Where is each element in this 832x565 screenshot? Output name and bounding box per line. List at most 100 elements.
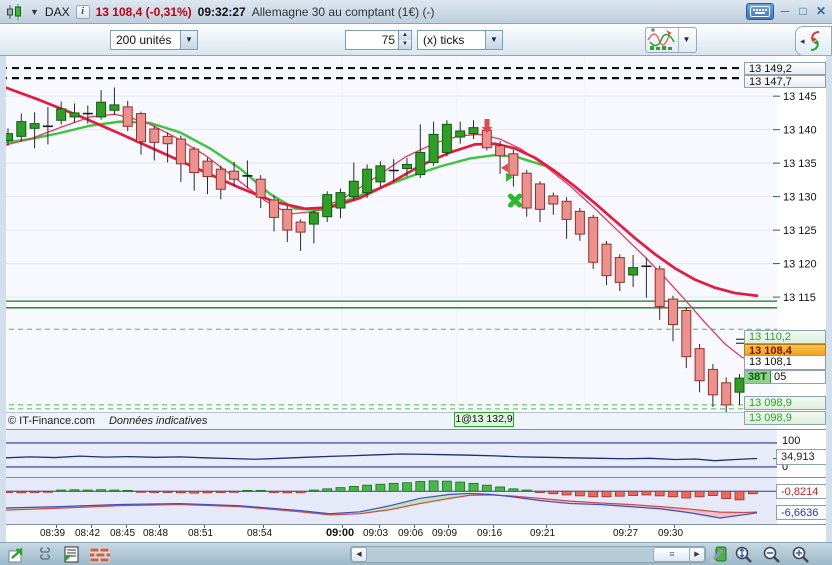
candle-down (601, 243, 612, 277)
chevron-down-icon[interactable]: ▼ (180, 31, 197, 49)
macd-hist-up (441, 480, 452, 492)
candle-up (415, 151, 426, 176)
settings-tool-icon[interactable] (710, 546, 728, 563)
timeframe-select[interactable]: (x) ticks ▼ (417, 30, 503, 50)
candle-down (654, 268, 665, 307)
macd-fill-down (720, 512, 745, 518)
macd-hist-up (415, 481, 426, 492)
macd-hist-down (16, 490, 27, 494)
macd-hist-up (82, 489, 93, 492)
macd-hist-down (641, 490, 652, 496)
oscillator-panel[interactable]: 100 50 34,913 0 (0, 429, 832, 477)
scrollbar-thumb[interactable]: ≡ (653, 547, 691, 562)
attach-icon[interactable] (38, 546, 54, 563)
refresh-arrows-icon (810, 31, 819, 51)
candle-up (402, 163, 412, 170)
price-chart-canvas[interactable]: Piv J Piv M mS1 J mS1 H Bas (J, Pré) Bas… (0, 56, 832, 429)
stepper-down-icon[interactable]: ▼ (398, 40, 411, 49)
macd-fill-up (120, 503, 180, 506)
macd-panel[interactable]: -0,8214 -6,6636 (0, 477, 832, 524)
maximize-button[interactable]: □ (796, 4, 810, 19)
wall-icon[interactable] (90, 546, 110, 563)
candle-down (508, 153, 519, 176)
chevron-down-icon[interactable]: ▼ (678, 28, 694, 52)
symbol-dropdown-icon[interactable]: ▼ (30, 7, 39, 17)
disclaimer-text: Données indicatives (108, 415, 208, 427)
tick-count-badge: 38T (745, 371, 771, 383)
indicators-button[interactable]: ▼ (645, 27, 697, 53)
macd-fill-down (745, 512, 757, 515)
ticks-count-value[interactable]: 75 (346, 31, 398, 49)
macd-hist-down (43, 490, 53, 493)
price-tag-bas-h2: 13 098,9 (744, 411, 826, 425)
zoom-vertical-icon[interactable] (733, 546, 755, 564)
macd-hist-up (96, 489, 106, 492)
macd-fill-up (180, 503, 240, 507)
candle-up (308, 212, 319, 225)
zoom-out-icon[interactable] (761, 546, 783, 564)
time-label: 09:06 (398, 528, 424, 539)
news-icon[interactable] (64, 546, 80, 563)
ticks-count-stepper[interactable]: 75 ▲ ▼ (345, 30, 412, 50)
macd-fill-up (60, 504, 120, 509)
export-icon[interactable] (8, 546, 28, 563)
macd-hist-down (548, 490, 559, 495)
keyboard-icon[interactable] (746, 3, 774, 20)
candle-down (681, 309, 692, 358)
ma-red-thick (0, 84, 759, 298)
candle-up (16, 121, 27, 137)
stepper-up-icon[interactable]: ▲ (398, 31, 411, 40)
ma-green (0, 120, 547, 212)
clock-time: 09:32:27 (197, 4, 246, 19)
scroll-right-icon[interactable]: ▶ (689, 547, 705, 562)
macd-background (0, 478, 777, 524)
macd-fill-up (450, 493, 470, 499)
position-label[interactable]: 1@13 132,9 (454, 412, 514, 427)
panel-collapse-button[interactable]: ◂ (795, 26, 832, 56)
units-select[interactable]: 200 unités ▼ (110, 30, 198, 50)
candle-down (282, 208, 293, 231)
macd-hist-up (335, 487, 346, 492)
plot-background (0, 56, 777, 429)
candle-down (149, 128, 160, 143)
window-controls: ─ □ ✕ (746, 3, 828, 20)
candle-down (136, 113, 146, 143)
scroll-left-icon[interactable]: ◀ (351, 547, 367, 562)
macd-hist-down (681, 490, 692, 499)
info-button[interactable]: i (75, 4, 90, 19)
macd-hist-down (149, 490, 160, 493)
macd-hist-up (69, 489, 80, 492)
candlestick-logo-icon (7, 3, 21, 20)
minimize-button[interactable]: ─ (778, 4, 792, 19)
timeframe-value: (x) ticks (423, 33, 465, 47)
macd-hist-down (229, 490, 240, 493)
macd-fill-down (690, 509, 720, 518)
horizontal-scrollbar[interactable]: ◀ ≡ ▶ (350, 546, 706, 563)
zoom-in-icon[interactable] (790, 546, 812, 564)
time-label: 08:54 (247, 528, 273, 539)
tick-countdown-tag: 38T 05 (744, 370, 826, 384)
macd-hist-up (308, 489, 319, 492)
instrument-description: Allemagne 30 au comptant (1€) (-) (251, 4, 435, 19)
pending-order-label[interactable]: 4@13 134,4 (454, 60, 530, 74)
close-button[interactable]: ✕ (814, 4, 828, 19)
candle-up (441, 123, 452, 153)
right-edge-strip (826, 56, 832, 542)
macd-fill-up (470, 493, 490, 496)
y-axis-tick-label: 13 125 (783, 225, 817, 237)
oscillator-line (5, 453, 758, 462)
macd-hist-down (708, 490, 718, 496)
macd-hist-up (56, 489, 67, 492)
chevron-down-icon[interactable]: ▼ (485, 31, 502, 49)
macd-hist-up (388, 482, 399, 492)
candle-down (495, 145, 506, 157)
candle-down (162, 135, 173, 145)
macd-hist-up (508, 488, 519, 492)
last-price-change: 13 108,4 (-0,31%) (95, 4, 192, 19)
y-axis-tick-label: 13 145 (783, 91, 817, 103)
macd-svg (0, 478, 777, 524)
time-label: 09:00 (326, 527, 355, 539)
candle-down (668, 298, 678, 326)
macd-fill-down (630, 504, 660, 509)
symbol-name[interactable]: DAX (45, 5, 70, 19)
